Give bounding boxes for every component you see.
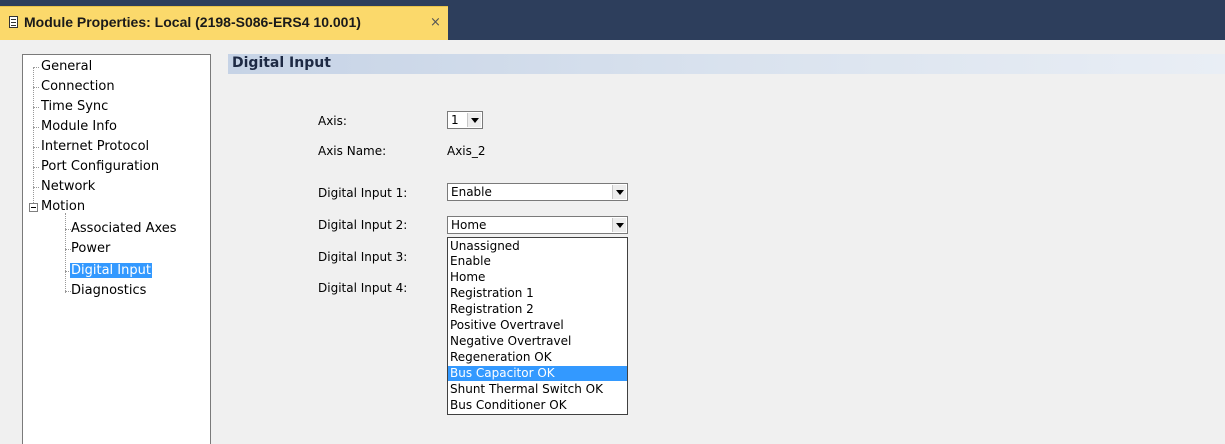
tree-connector — [33, 187, 39, 188]
tree-item-general[interactable]: General — [41, 59, 92, 75]
collapse-icon[interactable] — [29, 203, 38, 212]
dropdown-option-home[interactable]: Home — [448, 270, 627, 285]
digital-input-2-select[interactable]: Home — [447, 216, 628, 234]
tree-item-port-configuration[interactable]: Port Configuration — [41, 159, 159, 175]
chevron-down-icon[interactable] — [612, 218, 626, 232]
dropdown-option-negative-overtravel[interactable]: Negative Overtravel — [448, 334, 627, 349]
digital-input-1-select[interactable]: Enable — [447, 183, 628, 201]
section-title: Digital Input — [232, 55, 331, 71]
digital-input-3-label: Digital Input 3: — [318, 250, 408, 264]
chevron-down-icon[interactable] — [612, 185, 626, 199]
section-header: Digital Input — [228, 54, 1225, 74]
title-bar: Module Properties: Local (2198-S086-ERS4… — [0, 0, 1225, 40]
dropdown-option-positive-overtravel[interactable]: Positive Overtravel — [448, 318, 627, 333]
axis-name-label: Axis Name: — [318, 144, 387, 158]
tree-item-motion[interactable]: Motion — [41, 199, 85, 215]
tree-item-power[interactable]: Power — [71, 241, 110, 257]
tree-item-associated-axes[interactable]: Associated Axes — [71, 221, 177, 237]
tree-connector — [33, 67, 34, 207]
tree-connector — [33, 147, 39, 148]
axis-label: Axis: — [318, 114, 347, 128]
tree-item-network[interactable]: Network — [41, 179, 95, 195]
digital-input-2-value: Home — [451, 218, 487, 232]
dropdown-option-enable[interactable]: Enable — [448, 254, 627, 269]
axis-select[interactable]: 1 — [447, 111, 483, 129]
dropdown-option-unassigned[interactable]: Unassigned — [448, 239, 627, 254]
tree-item-time-sync[interactable]: Time Sync — [41, 99, 108, 115]
digital-input-1-value: Enable — [451, 185, 492, 199]
tree-connector — [33, 107, 39, 108]
digital-input-2-dropdown-list[interactable]: Unassigned Enable Home Registration 1 Re… — [447, 237, 628, 415]
dropdown-option-bus-capacitor-ok[interactable]: Bus Capacitor OK — [448, 366, 627, 381]
digital-input-4-label: Digital Input 4: — [318, 281, 408, 295]
chevron-down-icon[interactable] — [467, 113, 481, 127]
dropdown-option-regeneration-ok[interactable]: Regeneration OK — [448, 350, 627, 365]
tree-item-digital-input[interactable]: Digital Input — [70, 263, 152, 279]
tree-item-internet-protocol[interactable]: Internet Protocol — [41, 139, 149, 155]
tree-item-connection[interactable]: Connection — [41, 79, 115, 95]
tree-item-diagnostics[interactable]: Diagnostics — [71, 283, 146, 299]
axis-name-value: Axis_2 — [447, 144, 486, 158]
dropdown-option-shunt-thermal-switch-ok[interactable]: Shunt Thermal Switch OK — [448, 382, 627, 397]
document-icon — [9, 16, 18, 28]
tree-connector — [65, 213, 66, 293]
digital-input-2-label: Digital Input 2: — [318, 218, 408, 232]
category-tree: General Connection Time Sync Module Info… — [22, 54, 211, 444]
tab-title: Module Properties: Local (2198-S086-ERS4… — [24, 14, 361, 30]
dropdown-option-registration-2[interactable]: Registration 2 — [448, 302, 627, 317]
tree-connector — [33, 67, 39, 68]
dropdown-option-bus-conditioner-ok[interactable]: Bus Conditioner OK — [448, 398, 627, 413]
axis-select-value: 1 — [451, 113, 459, 127]
tree-connector — [33, 87, 39, 88]
dropdown-option-registration-1[interactable]: Registration 1 — [448, 286, 627, 301]
tree-connector — [33, 167, 39, 168]
module-properties-tab[interactable]: Module Properties: Local (2198-S086-ERS4… — [0, 6, 448, 40]
digital-input-1-label: Digital Input 1: — [318, 186, 408, 200]
close-icon[interactable]: × — [430, 15, 441, 30]
tree-connector — [33, 127, 39, 128]
tree-item-module-info[interactable]: Module Info — [41, 119, 117, 135]
